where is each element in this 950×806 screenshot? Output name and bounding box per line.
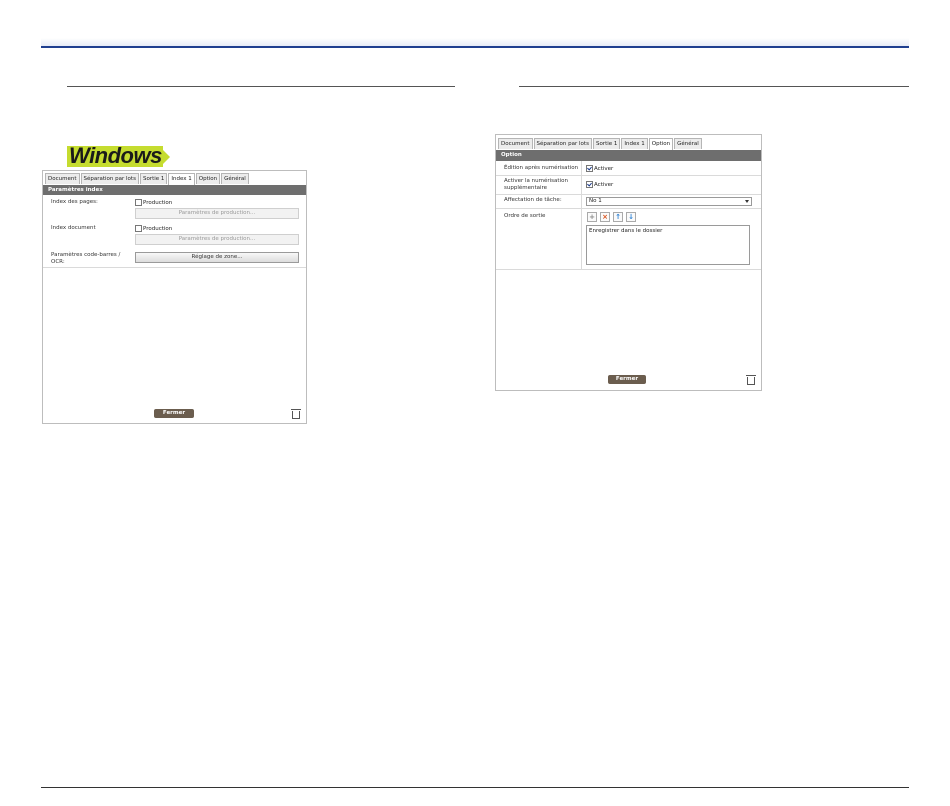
page-bottom-rule [41,787,909,788]
tab-document[interactable]: Document [498,138,533,149]
page-index-label: Index des pages: [51,199,98,205]
option-header: Option [496,150,761,161]
tab-index-1[interactable]: Index 1 [621,138,648,149]
edit-after-scan-label: Édition après numérisation [504,165,579,171]
move-up-icon[interactable]: ↑ [613,212,623,222]
tab-batch-separation[interactable]: Séparation par lots [80,173,139,184]
document-index-checkbox-label: Production [143,226,173,232]
trash-icon[interactable] [291,409,301,419]
left-tab-strip: Document Séparation par lots Sortie 1 In… [45,173,250,186]
page-index-production-row[interactable]: Production [135,199,172,206]
index-settings-header: Paramètres index [43,185,306,195]
windows-badge-text: Windows [69,143,162,168]
additional-scan-checkbox[interactable] [586,181,593,188]
tab-document[interactable]: Document [45,173,80,184]
add-icon[interactable]: + [587,212,597,222]
edit-after-scan-checkbox-label: Activer [594,166,614,172]
left-content-separator [43,267,306,268]
page-top-shade [41,38,909,46]
zone-setting-button[interactable]: Réglage de zone... [135,252,299,263]
additional-scan-label-line1: Activer la numérisation [504,178,568,184]
page-index-checkbox[interactable] [135,199,142,206]
document-index-label: Index document [51,225,96,231]
row-separator-4 [496,269,761,270]
additional-scan-checkbox-label: Activer [594,182,614,188]
tab-batch-separation[interactable]: Séparation par lots [533,138,592,149]
right-section-rule [519,86,909,87]
tab-output-1[interactable]: Sortie 1 [592,138,621,149]
windows-badge: Windows [67,143,171,168]
close-button[interactable]: Fermer [608,375,646,384]
barcode-ocr-label-line1: Paramètres code-barres / [51,252,121,258]
job-assignment-select[interactable]: No 1 [586,197,752,206]
windows-badge-arrow [161,148,170,166]
document-index-production-settings-button[interactable]: Paramètres de production... [135,234,299,245]
edit-after-scan-checkbox[interactable] [586,165,593,172]
chevron-down-icon [745,200,749,203]
delete-icon[interactable]: × [600,212,610,222]
option-settings-dialog: Document Séparation par lots Sortie 1 In… [495,134,762,391]
document-index-checkbox[interactable] [135,225,142,232]
additional-scan-label-line2: supplémentaire [504,185,548,191]
row-separator-1 [496,175,761,176]
row-separator-3 [496,208,761,209]
left-section-rule [67,86,455,87]
additional-scan-row[interactable]: Activer [586,181,613,188]
output-order-item[interactable]: Enregistrer dans le dossier [589,228,747,234]
move-down-icon[interactable]: ↓ [626,212,636,222]
tab-general[interactable]: Général [221,173,249,184]
job-assignment-label: Affectation de tâche: [504,197,562,203]
index-settings-dialog: Document Séparation par lots Sortie 1 In… [42,170,307,424]
right-tab-strip: Document Séparation par lots Sortie 1 In… [498,138,703,151]
output-order-list[interactable]: Enregistrer dans le dossier [586,225,750,265]
page-top-rule [41,46,909,48]
close-button[interactable]: Fermer [154,409,194,418]
page-index-checkbox-label: Production [143,200,173,206]
tab-general[interactable]: Général [674,138,702,149]
output-order-label: Ordre de sortie [504,213,546,219]
barcode-ocr-label-line2: OCR: [51,259,65,265]
edit-after-scan-row[interactable]: Activer [586,165,613,172]
trash-icon[interactable] [746,375,756,385]
document-index-production-row[interactable]: Production [135,225,172,232]
label-column-separator [581,161,582,269]
job-assignment-value: No 1 [589,198,602,204]
tab-option[interactable]: Option [195,173,221,184]
tab-output-1[interactable]: Sortie 1 [139,173,168,184]
row-separator-2 [496,194,761,195]
page-index-production-settings-button[interactable]: Paramètres de production... [135,208,299,219]
